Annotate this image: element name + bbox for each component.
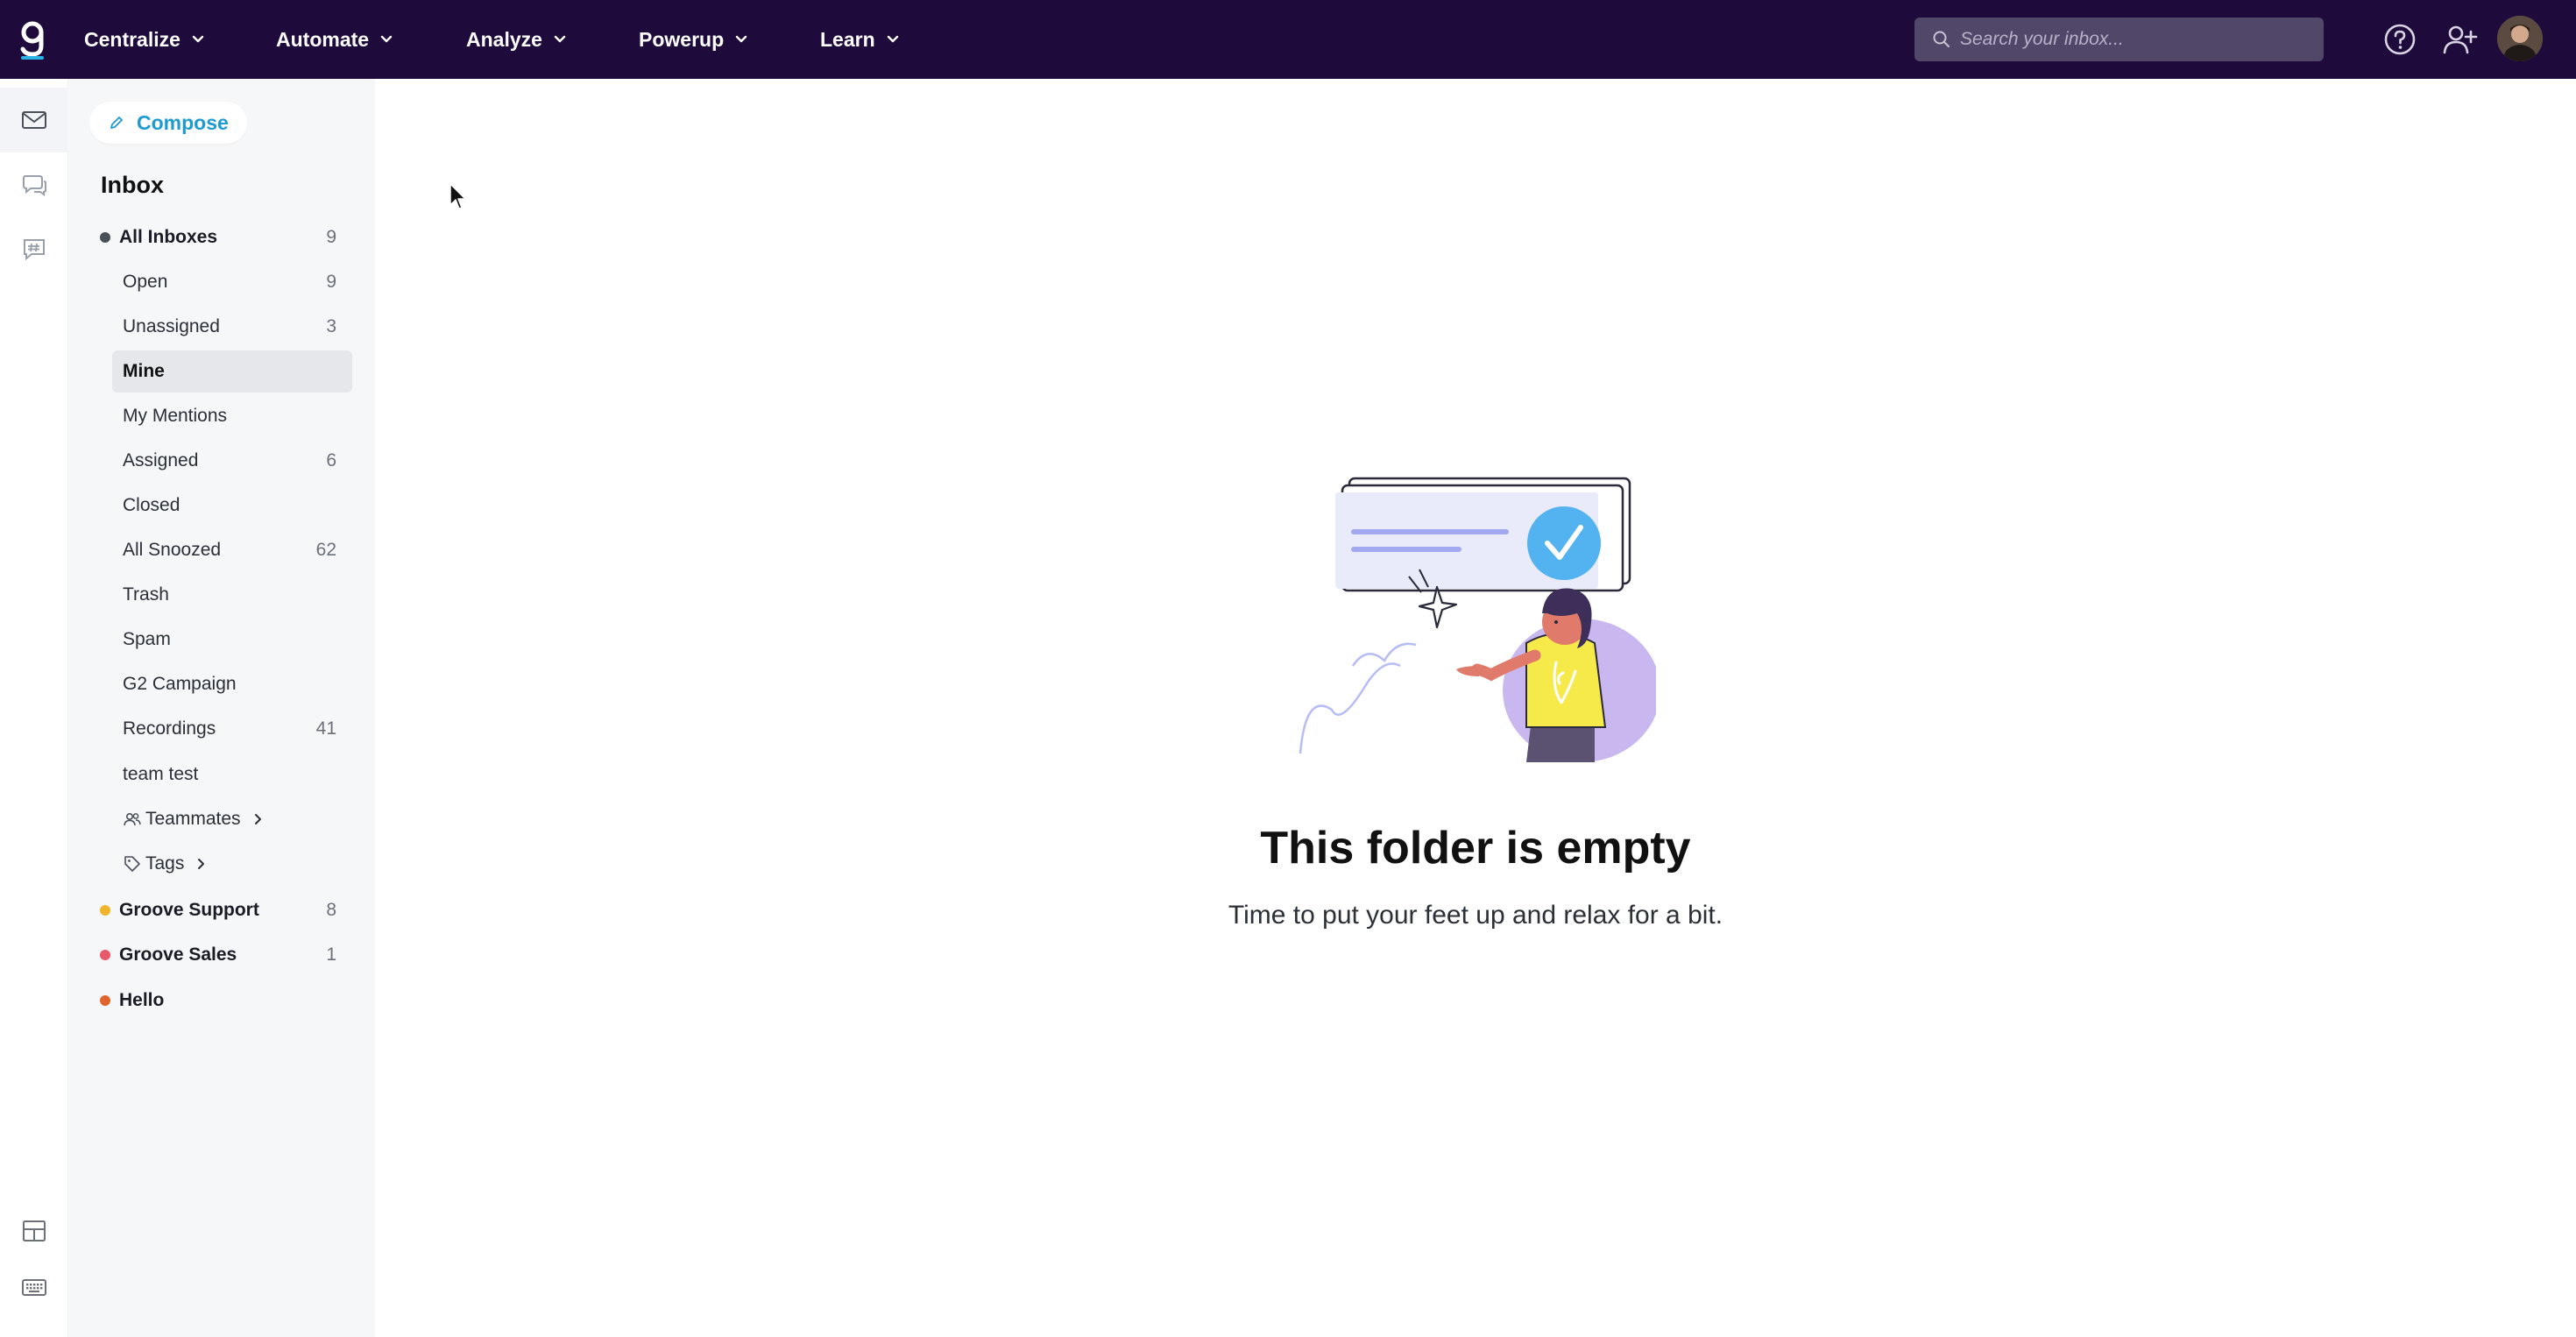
invite-user-icon[interactable] xyxy=(2441,21,2478,58)
keyboard-icon xyxy=(22,1279,46,1296)
inbox-heading: Inbox xyxy=(101,172,164,198)
mailbox-hello[interactable]: Hello xyxy=(100,980,352,1022)
teammates-label: Teammates xyxy=(145,809,241,829)
empty-state-title: This folder is empty xyxy=(1260,823,1691,874)
folder-unassigned[interactable]: Unassigned 3 xyxy=(112,306,352,348)
folder-count: 3 xyxy=(326,316,336,336)
folder-all-snoozed[interactable]: All Snoozed 62 xyxy=(112,529,352,571)
mailbox-label: Groove Sales xyxy=(119,944,237,965)
chevron-down-icon xyxy=(554,35,566,43)
folder-mine[interactable]: Mine xyxy=(112,350,352,393)
nav-centralize[interactable]: Centralize xyxy=(84,0,205,79)
tags-toggle[interactable]: Tags xyxy=(123,843,209,885)
folder-label: All Inboxes xyxy=(119,227,218,247)
nav-powerup[interactable]: Powerup xyxy=(639,0,748,79)
chevron-right-icon xyxy=(254,814,261,824)
folder-label: Trash xyxy=(123,584,169,605)
chevron-down-icon xyxy=(192,35,204,43)
rail-inbox-button[interactable] xyxy=(0,88,68,152)
rail-layout-button[interactable] xyxy=(0,1199,68,1263)
folder-sidebar: Compose Inbox All Inboxes 9 Open 9 Unass… xyxy=(68,79,375,1337)
folder-label: Open xyxy=(123,272,168,292)
rail-chat-button[interactable] xyxy=(0,152,68,217)
folder-trash[interactable]: Trash xyxy=(112,574,352,616)
status-dot xyxy=(100,995,110,1006)
status-dot xyxy=(100,232,110,243)
layout-icon xyxy=(23,1220,46,1242)
people-icon xyxy=(124,813,141,826)
nav-centralize-label: Centralize xyxy=(84,27,180,51)
envelope-icon xyxy=(22,111,46,129)
folder-team-test[interactable]: team test xyxy=(112,753,352,796)
folder-label: Recordings xyxy=(123,718,216,739)
nav-analyze[interactable]: Analyze xyxy=(466,0,567,79)
nav-analyze-label: Analyze xyxy=(466,27,542,51)
folder-label: All Snoozed xyxy=(123,540,222,560)
status-dot xyxy=(100,905,110,916)
folder-label: Closed xyxy=(123,495,180,515)
empty-inbox-illustration xyxy=(1299,477,1656,762)
nav-automate[interactable]: Automate xyxy=(276,0,393,79)
mailbox-groove-sales[interactable]: Groove Sales 1 xyxy=(100,934,352,976)
search-bar[interactable] xyxy=(1914,18,2324,61)
folder-open[interactable]: Open 9 xyxy=(112,261,352,303)
nav-learn-label: Learn xyxy=(820,27,875,51)
pencil-icon xyxy=(110,117,123,129)
hashtag-chat-icon xyxy=(24,239,45,261)
folder-label: Assigned xyxy=(123,450,199,470)
chevron-down-icon xyxy=(735,35,747,43)
nav-learn[interactable]: Learn xyxy=(820,0,900,79)
rail-channels-button[interactable] xyxy=(0,217,68,282)
chevron-down-icon xyxy=(887,35,898,43)
tags-label: Tags xyxy=(145,853,185,874)
nav-powerup-label: Powerup xyxy=(639,27,725,51)
folder-spam[interactable]: Spam xyxy=(112,619,352,661)
chevron-down-icon xyxy=(380,35,393,43)
chevron-right-icon xyxy=(198,859,205,869)
left-rail xyxy=(0,79,68,1337)
folder-label: team test xyxy=(123,764,199,784)
folder-g2-campaign[interactable]: G2 Campaign xyxy=(112,663,352,705)
folder-count: 9 xyxy=(326,272,336,292)
user-avatar[interactable] xyxy=(2497,16,2543,61)
search-icon xyxy=(1933,31,1950,47)
top-navigation-bar: Centralize Automate Analyze Powerup Lear… xyxy=(0,0,2576,79)
folder-count: 62 xyxy=(315,540,336,560)
folder-count: 41 xyxy=(315,718,336,739)
mailbox-groove-support[interactable]: Groove Support 8 xyxy=(100,889,352,931)
mailbox-label: Hello xyxy=(119,990,165,1010)
compose-label: Compose xyxy=(137,110,229,134)
folder-recordings[interactable]: Recordings 41 xyxy=(112,708,352,750)
folder-count: 9 xyxy=(326,227,336,247)
help-icon[interactable] xyxy=(2381,21,2418,58)
folder-label: Unassigned xyxy=(123,316,220,336)
tag-icon xyxy=(124,856,140,872)
mailbox-label: Groove Support xyxy=(119,900,259,920)
folder-label: My Mentions xyxy=(123,406,228,426)
avatar-image-icon xyxy=(2497,16,2543,61)
folder-assigned[interactable]: Assigned 6 xyxy=(112,440,352,482)
folder-closed[interactable]: Closed xyxy=(112,485,352,527)
mailbox-count: 1 xyxy=(326,944,336,965)
empty-state-subtitle: Time to put your feet up and relax for a… xyxy=(1228,901,1723,930)
mouse-cursor-icon xyxy=(449,183,466,209)
status-dot xyxy=(100,950,110,960)
folder-label: Mine xyxy=(123,361,165,381)
compose-button[interactable]: Compose xyxy=(89,102,247,144)
rail-keyboard-button[interactable] xyxy=(0,1255,68,1319)
groove-logo-icon[interactable] xyxy=(18,19,47,60)
folder-my-mentions[interactable]: My Mentions xyxy=(112,395,352,437)
chat-bubbles-icon xyxy=(23,175,46,196)
teammates-toggle[interactable]: Teammates xyxy=(123,798,265,840)
folder-label: Spam xyxy=(123,629,171,649)
folder-count: 6 xyxy=(326,450,336,470)
search-input[interactable] xyxy=(1960,29,2311,50)
nav-automate-label: Automate xyxy=(276,27,370,51)
mailbox-count: 8 xyxy=(326,900,336,920)
folder-all-inboxes[interactable]: All Inboxes 9 xyxy=(100,216,352,258)
folder-label: G2 Campaign xyxy=(123,674,237,694)
